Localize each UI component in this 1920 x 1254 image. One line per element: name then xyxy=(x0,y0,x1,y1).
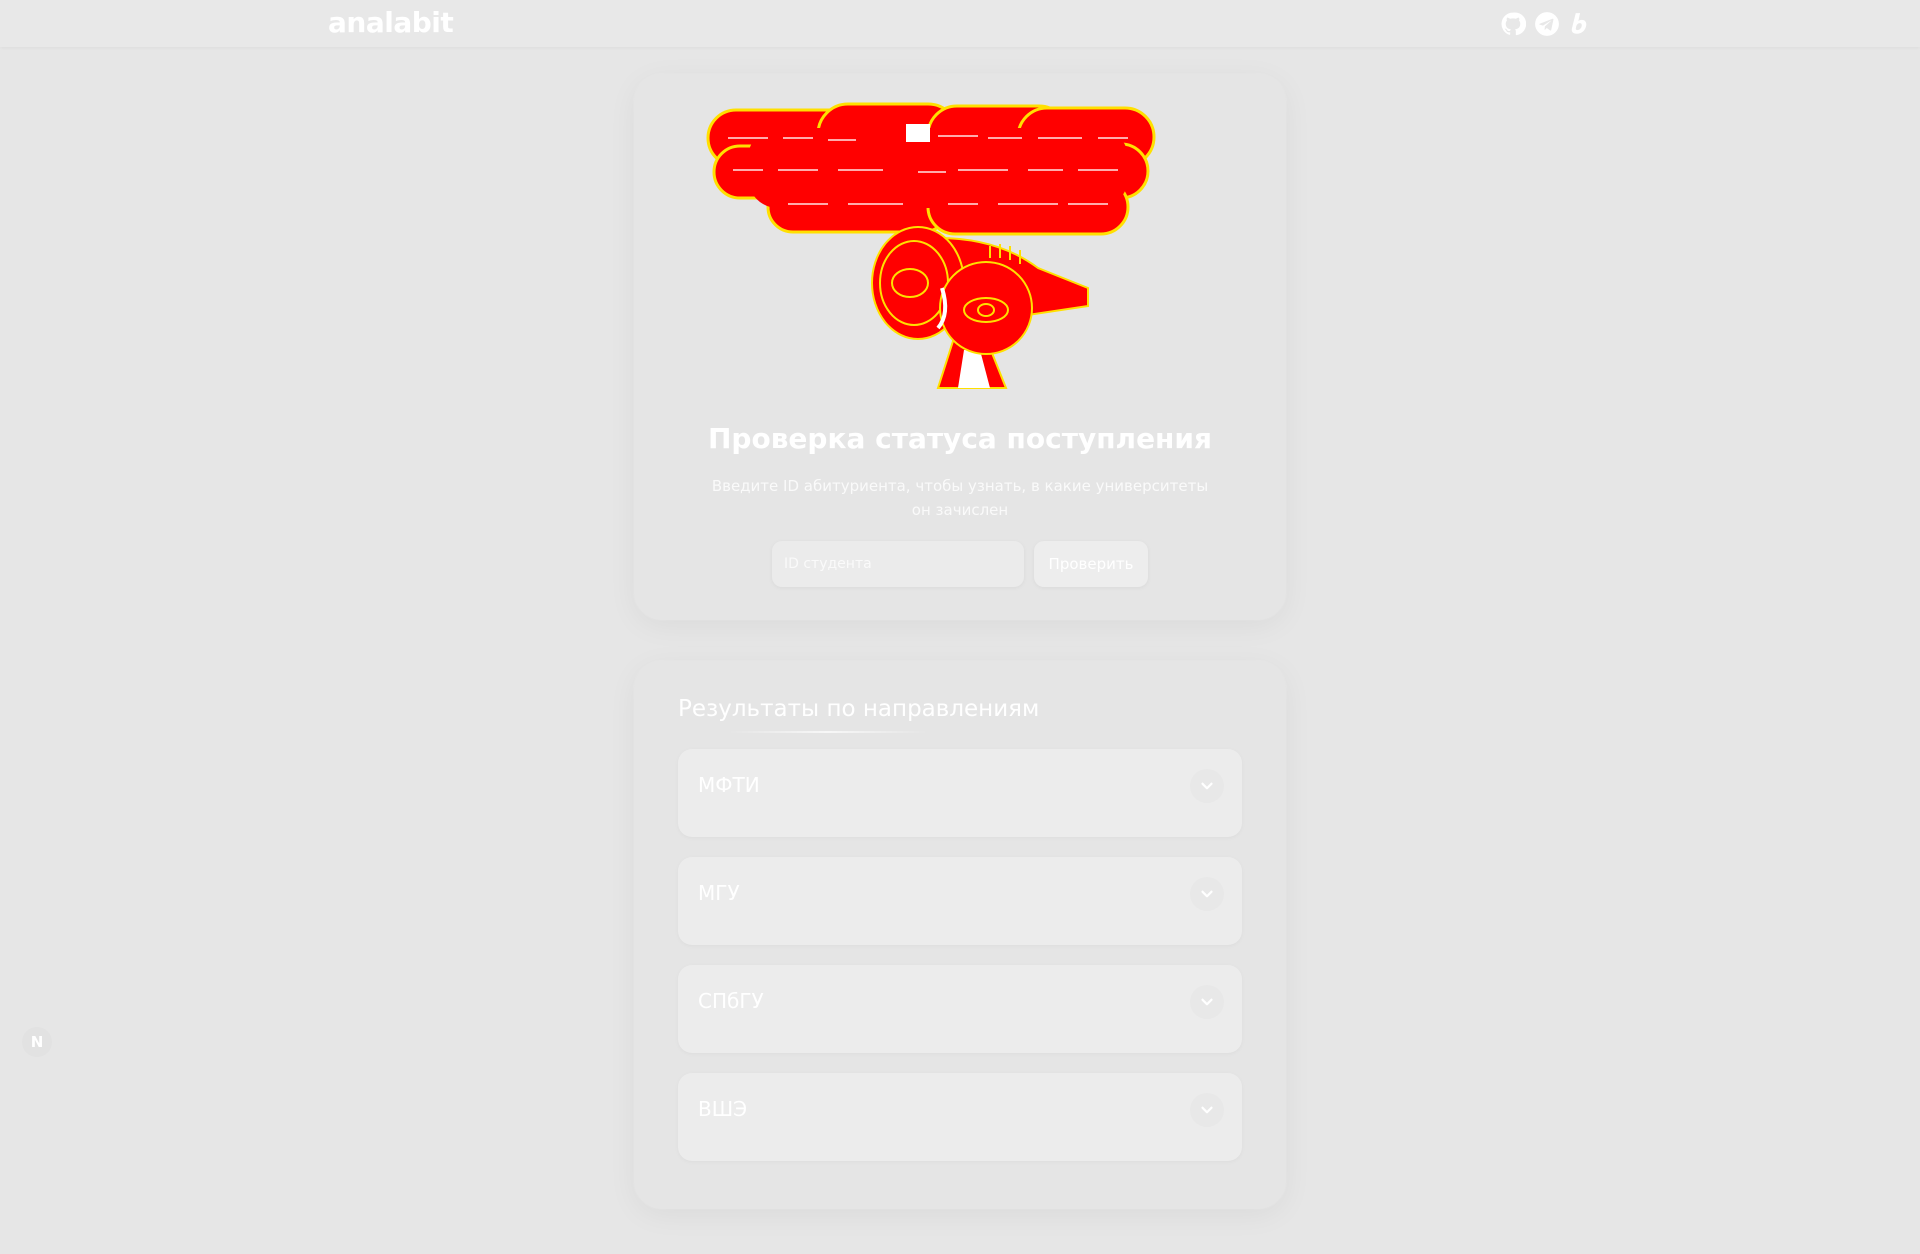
top-navigation-bar: analabit xyxy=(0,0,1920,47)
university-accordion-hse[interactable]: ВШЭ xyxy=(678,1073,1242,1161)
university-accordion-mipt[interactable]: МФТИ xyxy=(678,749,1242,837)
page-subtitle: Введите ID абитуриента, чтобы узнать, в … xyxy=(711,477,1209,519)
student-id-input[interactable] xyxy=(772,541,1024,587)
university-accordion-spbu[interactable]: СПбГУ xyxy=(678,965,1242,1053)
university-name: МФТИ xyxy=(698,773,760,797)
chevron-down-icon[interactable] xyxy=(1190,1093,1224,1127)
github-icon[interactable] xyxy=(1500,11,1526,37)
university-name: МГУ xyxy=(698,881,740,905)
telegram-icon[interactable] xyxy=(1534,11,1560,37)
results-card: Результаты по направлениям МФТИ МГУ СПбГ… xyxy=(634,661,1286,1209)
university-accordion-msu[interactable]: МГУ xyxy=(678,857,1242,945)
floating-n-badge[interactable]: N xyxy=(22,1027,52,1057)
title-underline xyxy=(728,731,928,733)
chevron-down-icon[interactable] xyxy=(1190,769,1224,803)
university-name: ВШЭ xyxy=(698,1097,748,1121)
chevron-down-icon[interactable] xyxy=(1190,985,1224,1019)
check-button[interactable]: Проверить xyxy=(1034,541,1148,587)
megaphone-illustration xyxy=(706,102,1156,389)
chevron-down-icon[interactable] xyxy=(1190,877,1224,911)
logo[interactable]: analabit xyxy=(328,6,454,39)
results-title: Результаты по направлениям xyxy=(678,696,1040,722)
page-title: Проверка статуса поступления xyxy=(708,422,1212,455)
blog-icon[interactable] xyxy=(1566,11,1592,37)
university-name: СПбГУ xyxy=(698,989,764,1013)
status-check-card: Проверка статуса поступления Введите ID … xyxy=(634,74,1286,620)
